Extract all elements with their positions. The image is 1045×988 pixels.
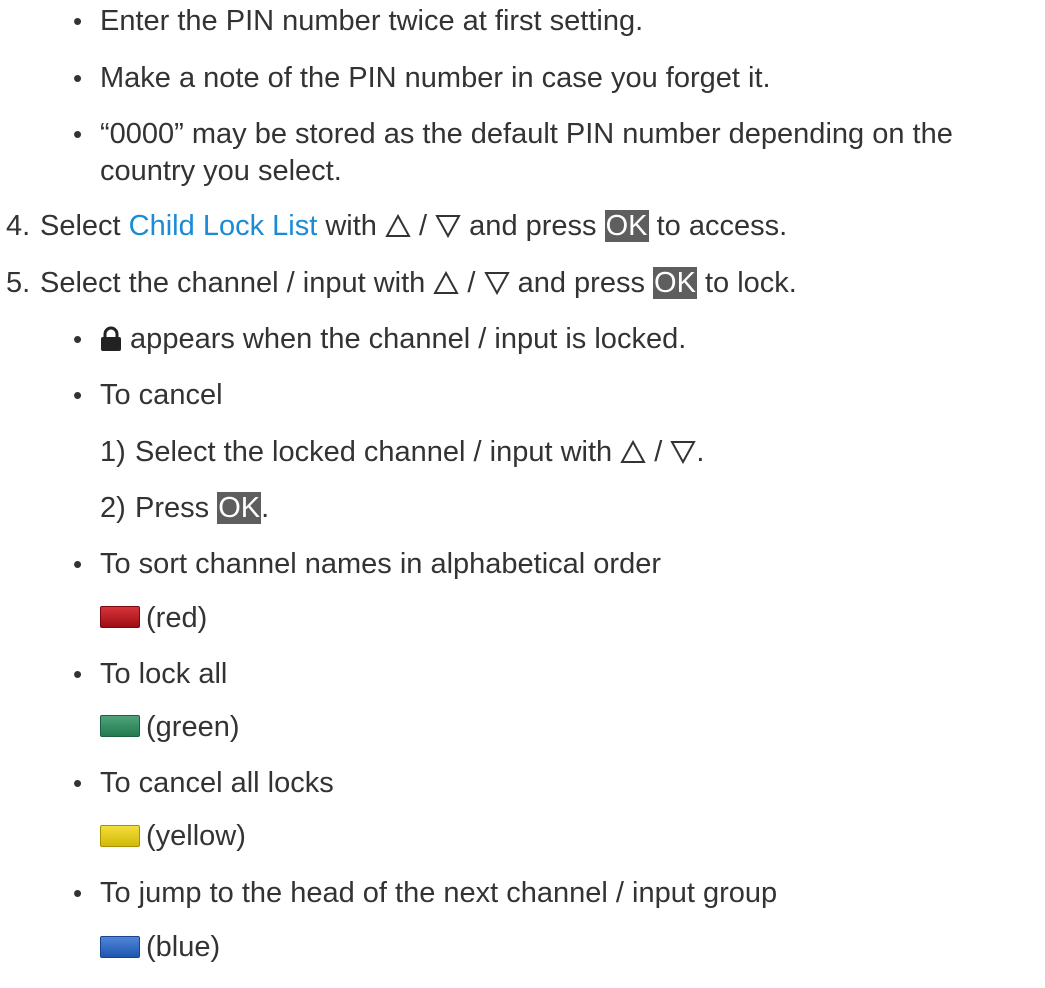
ok-button-label: OK	[217, 492, 262, 524]
triangle-up-outline-icon	[385, 214, 411, 237]
green-label: (green)	[146, 711, 240, 743]
padlock-icon	[101, 326, 121, 351]
bullet-lock-all: To lock all	[100, 658, 228, 690]
bullet-cancel-all: To cancel all locks	[100, 767, 334, 799]
step-text: with	[317, 210, 385, 242]
bullet-to-cancel: To cancel	[100, 379, 223, 411]
step-text: Press	[135, 492, 218, 524]
blue-label: (blue)	[146, 931, 221, 963]
step-text: Select the locked channel / input with	[135, 436, 621, 468]
bullet-jump: To jump to the head of the next channel …	[100, 877, 778, 909]
cancel-step-1: Select the locked channel / input with /…	[135, 435, 704, 469]
step-number: 5.	[6, 267, 31, 299]
step-text: /	[646, 436, 671, 468]
sub-step-number: 2)	[100, 492, 126, 524]
triangle-up-outline-icon	[620, 440, 646, 463]
green-button-icon	[100, 715, 140, 737]
sub-step-number: 1)	[100, 436, 126, 468]
step-text: .	[261, 492, 270, 524]
bullet-marker: •	[73, 878, 83, 908]
ok-button-label: OK	[653, 267, 697, 299]
step-text: and press	[509, 267, 654, 299]
lock-appears-text: appears when the channel / input is lock…	[122, 323, 687, 355]
bullet-marker: •	[73, 6, 83, 36]
triangle-up-outline-icon	[433, 271, 460, 294]
step-4: Select Child Lock List with / and press …	[40, 209, 787, 243]
step-text: /	[459, 267, 484, 299]
step-text: .	[696, 436, 705, 468]
triangle-down-outline-icon	[670, 441, 697, 464]
bullet-marker: •	[73, 119, 83, 149]
bullet-pin-note: Make a note of the PIN number in case yo…	[100, 62, 771, 94]
cancel-step-2: Press OK.	[135, 491, 269, 525]
bullet-marker: •	[73, 63, 83, 93]
bullet-lock-appears: appears when the channel / input is lock…	[100, 322, 686, 356]
triangle-down-outline-icon	[483, 272, 510, 295]
manual-page: { "bullets_top": [ "Enter the PIN number…	[0, 0, 1045, 988]
blue-button-icon	[100, 936, 140, 958]
bullet-marker: •	[73, 659, 83, 689]
step-text: /	[410, 210, 436, 242]
yellow-label: (yellow)	[146, 820, 246, 852]
step-text: to access.	[648, 210, 788, 242]
yellow-button-icon	[100, 825, 140, 847]
ok-button-label: OK	[604, 210, 649, 242]
bullet-pin-default-cont: country you select.	[100, 155, 342, 187]
step-number: 4.	[6, 210, 31, 242]
step-text: to lock.	[696, 267, 797, 299]
bullet-marker: •	[73, 324, 83, 354]
step-5: Select the channel / input with / and pr…	[40, 266, 797, 300]
step-text: Select the channel / input with	[40, 267, 434, 299]
bullet-sort: To sort channel names in alphabetical or…	[100, 548, 661, 580]
child-lock-list-link[interactable]: Child Lock List	[129, 210, 318, 242]
triangle-down-outline-icon	[435, 215, 461, 238]
bullet-pin-default: “0000” may be stored as the default PIN …	[100, 118, 953, 150]
bullet-marker: •	[73, 380, 83, 410]
red-button-icon	[100, 606, 140, 628]
bullet-marker: •	[73, 549, 83, 579]
step-text: Select	[40, 210, 129, 242]
red-label: (red)	[146, 602, 208, 634]
step-text: and press	[461, 210, 605, 242]
bullet-marker: •	[73, 768, 83, 798]
bullet-pin-twice: Enter the PIN number twice at first sett…	[100, 5, 644, 37]
